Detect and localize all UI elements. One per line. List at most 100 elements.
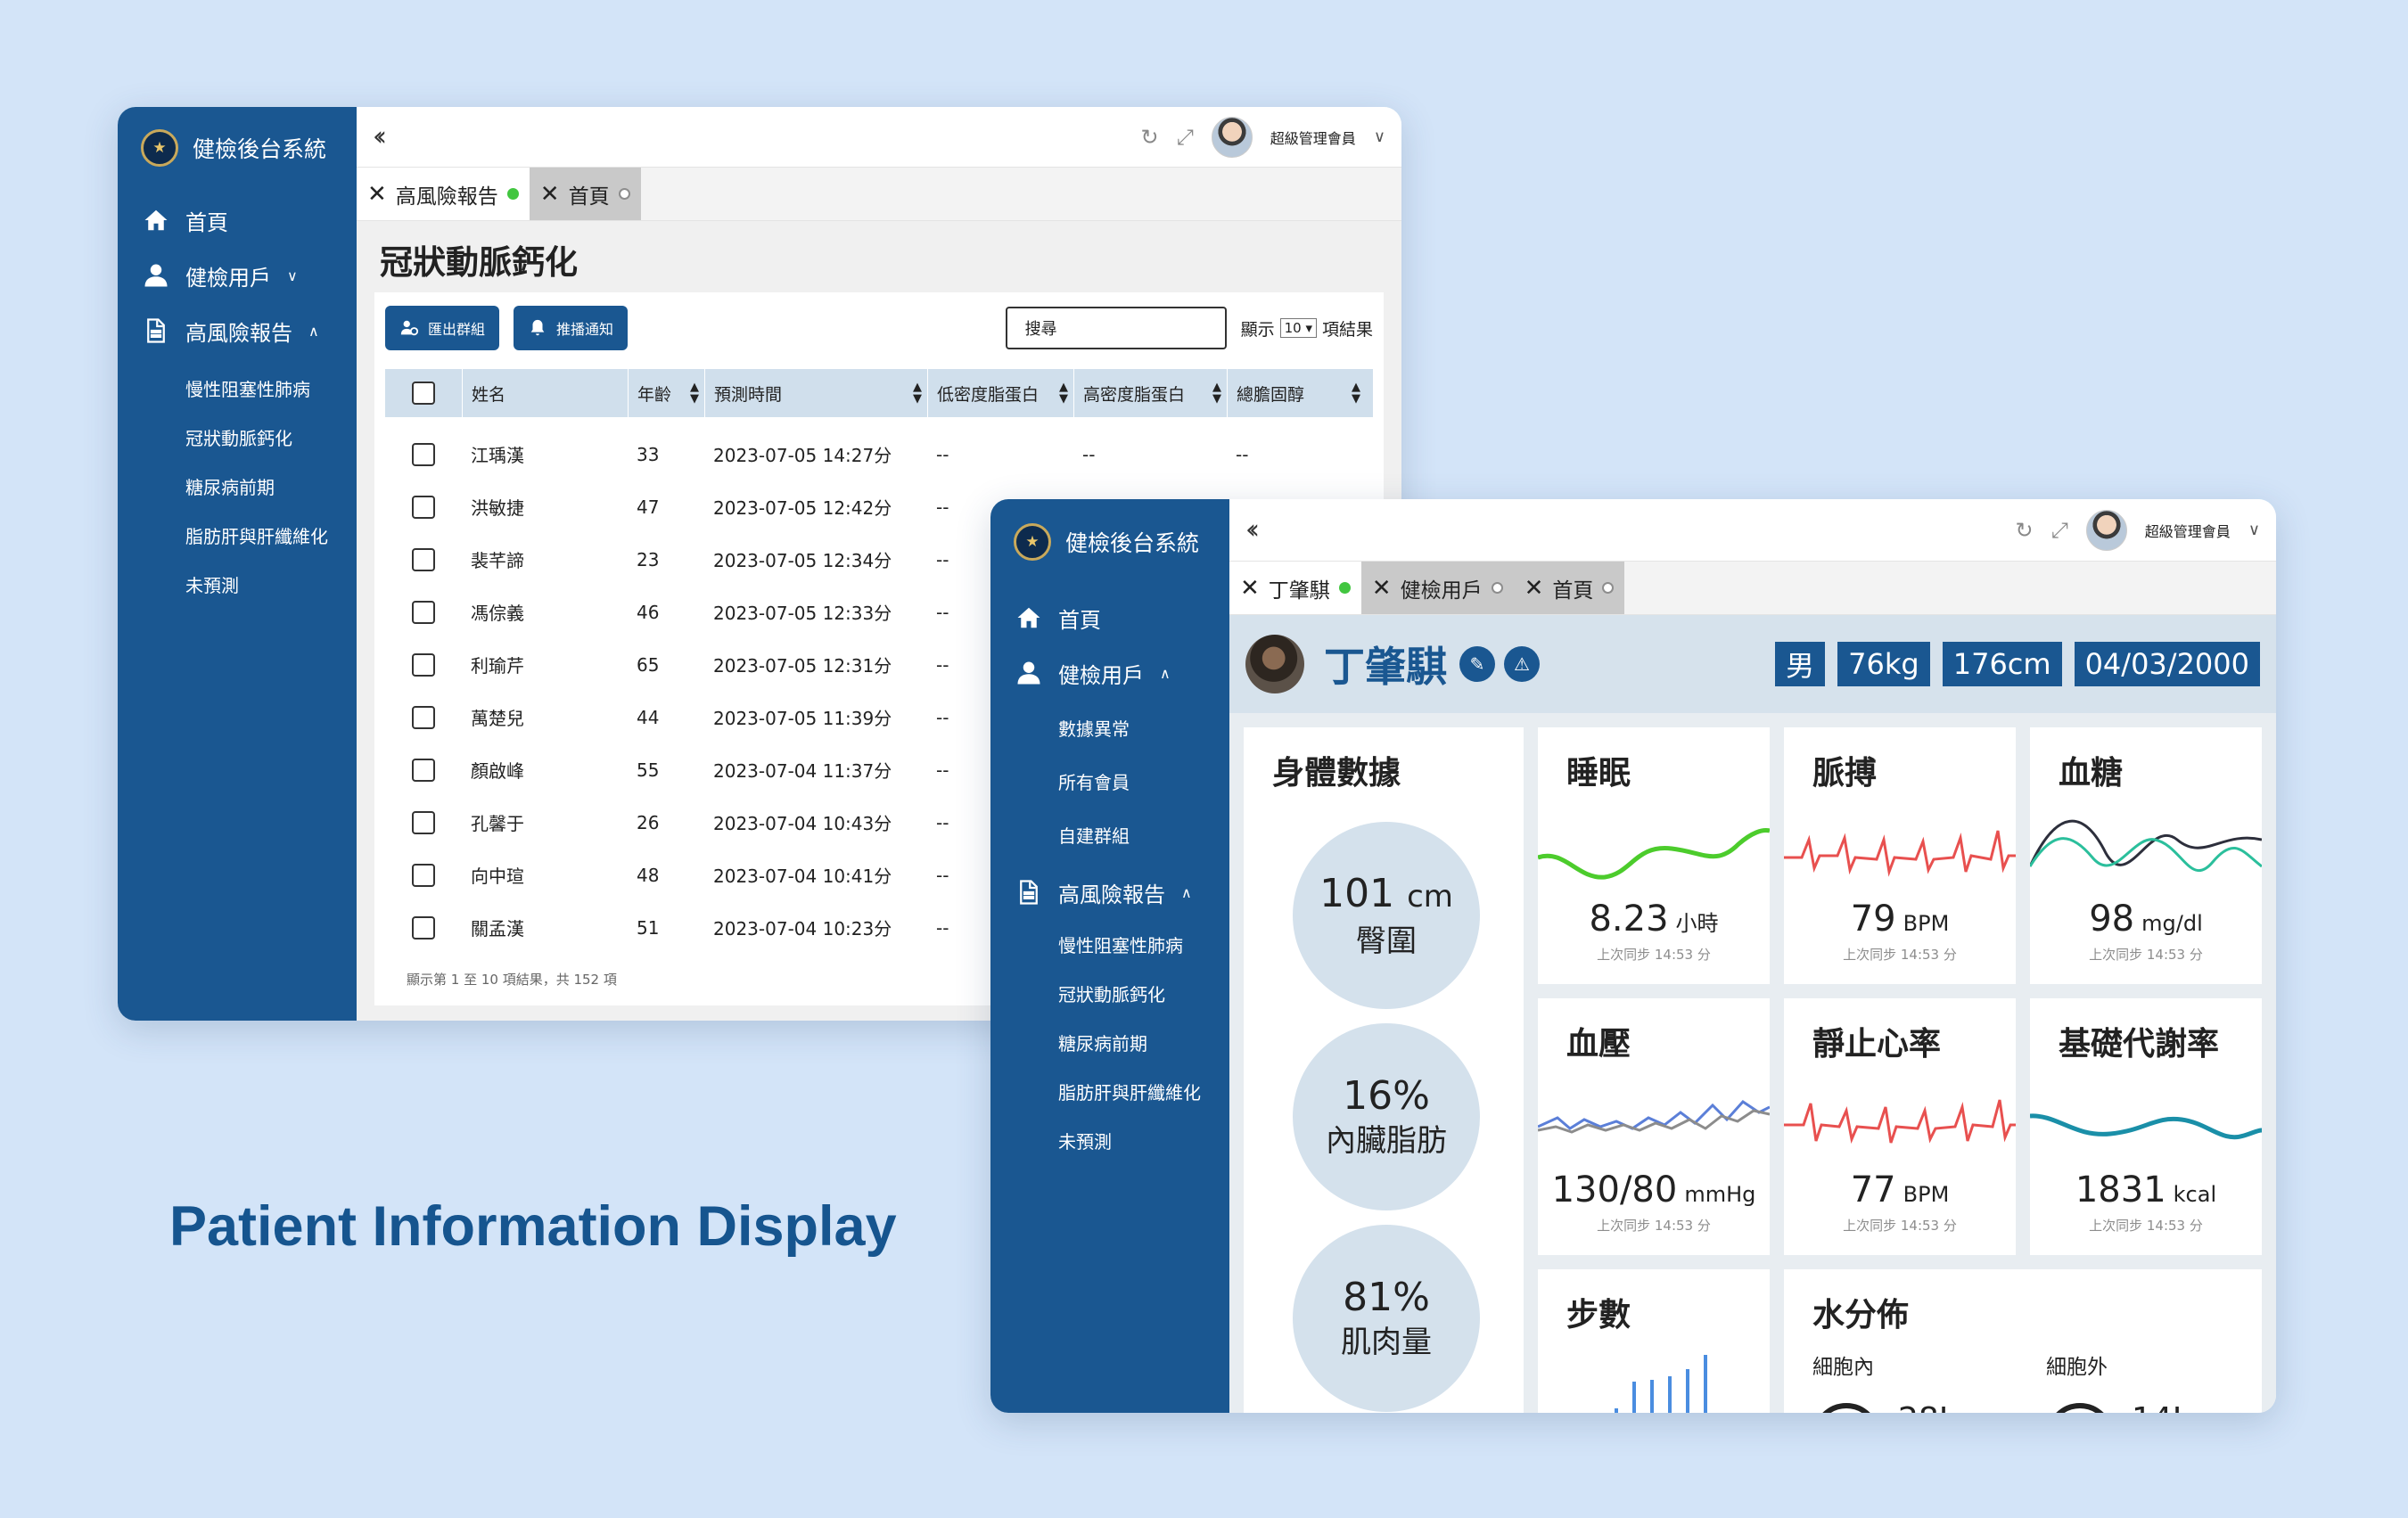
warning-icon[interactable]: ⚠: [1504, 646, 1540, 682]
close-icon[interactable]: ✕: [367, 181, 387, 208]
column-header-name[interactable]: 姓名: [462, 369, 628, 417]
select-all-checkbox[interactable]: [412, 382, 435, 405]
brand[interactable]: ★ 健檢後台系統: [118, 107, 357, 189]
tab-high-risk-report[interactable]: ✕ 高風險報告: [357, 168, 530, 220]
vital-card-bmr[interactable]: 基礎代謝率 1831 kcal 上次同步 14:53 分: [2030, 998, 2262, 1255]
sidebar-subitem-unpredicted[interactable]: 未預測: [990, 1116, 1229, 1165]
show-suffix: 項結果: [1321, 319, 1373, 340]
card-title: 靜止心率: [1812, 1026, 1942, 1063]
sort-icon[interactable]: ▲ ▼: [690, 382, 699, 405]
fullscreen-icon[interactable]: ⤢: [2051, 518, 2068, 543]
sidebar-subitem-unpredicted[interactable]: 未預測: [118, 560, 357, 609]
sidebar-subitem-cac[interactable]: 冠狀動脈鈣化: [990, 969, 1229, 1018]
row-checkbox[interactable]: [412, 495, 435, 519]
sidebar-item-label: 健檢用戶: [185, 265, 271, 291]
page-size-select[interactable]: 10 ▾: [1279, 318, 1317, 338]
column-label: 年齡: [637, 384, 672, 405]
sidebar-subitem-all-members[interactable]: 所有會員: [990, 754, 1229, 808]
close-icon[interactable]: ✕: [1372, 575, 1392, 602]
sidebar-subitem-abnormal[interactable]: 數據異常: [990, 701, 1229, 754]
sort-icon[interactable]: ▲ ▼: [1212, 382, 1221, 405]
tab-health-users[interactable]: ✕ 健檢用戶: [1360, 562, 1514, 614]
row-checkbox[interactable]: [412, 758, 435, 782]
sidebar-item-home[interactable]: 首頁: [118, 193, 357, 248]
tab-label: 高風險報告: [395, 185, 498, 209]
metric-label: 肌肉量: [1341, 1325, 1432, 1360]
close-icon[interactable]: ✕: [1525, 575, 1544, 602]
avatar[interactable]: [2085, 509, 2127, 551]
refresh-icon[interactable]: ↻: [2015, 518, 2033, 543]
column-header-hdl[interactable]: 高密度脂蛋白 ▲ ▼: [1073, 369, 1227, 417]
refresh-icon[interactable]: ↻: [1140, 125, 1158, 150]
chevron-down-icon[interactable]: ∨: [1374, 127, 1385, 146]
sidebar-item-users[interactable]: 健檢用戶 ∨: [118, 248, 357, 303]
fullscreen-icon[interactable]: ⤢: [1177, 125, 1194, 150]
row-checkbox[interactable]: [412, 705, 435, 729]
water-outside-gauge-icon: [2046, 1403, 2114, 1413]
sidebar-subitem-prediabetes[interactable]: 糖尿病前期: [118, 462, 357, 511]
vital-card-sleep[interactable]: 睡眠 8.23 小時 上次同步 14:53 分: [1538, 727, 1770, 984]
sort-icon[interactable]: ▲ ▼: [1059, 382, 1068, 405]
row-checkbox[interactable]: [412, 863, 435, 887]
cell-time: 2023-07-04 10:41分: [713, 866, 892, 887]
sidebar-subitem-copd[interactable]: 慢性阻塞性肺病: [118, 364, 357, 413]
avatar[interactable]: [1211, 116, 1253, 158]
sidebar-subitem-prediabetes[interactable]: 糖尿病前期: [990, 1018, 1229, 1067]
sidebar-subitem-fatty-liver[interactable]: 脂肪肝與肝纖維化: [990, 1067, 1229, 1116]
toolbar: 匯出群組 推播通知 搜尋 顯示 10 ▾ 項結果: [385, 303, 1373, 353]
user-name[interactable]: 超級管理會員: [1270, 127, 1356, 148]
sidebar-subitem-fatty-liver[interactable]: 脂肪肝與肝纖維化: [118, 511, 357, 560]
close-icon[interactable]: ✕: [1240, 575, 1260, 602]
sidebar-item-home[interactable]: 首頁: [990, 590, 1229, 645]
user-name[interactable]: 超級管理會員: [2145, 520, 2231, 541]
sidebar-item-reports[interactable]: 高風險報告 ∧: [118, 303, 357, 358]
main-panel: ‹‹ ↻ ⤢ 超級管理會員 ∨ ✕ 丁肇騏 ✕ 健檢用戶 ✕ 首頁 丁肇騏 ✎ …: [1229, 499, 2276, 1413]
sidebar-item-label: 首頁: [185, 209, 228, 235]
tab-home[interactable]: ✕ 首頁: [1513, 562, 1625, 614]
edit-pencil-icon[interactable]: ✎: [1459, 646, 1495, 682]
vital-unit: BPM: [1903, 1182, 1950, 1207]
close-icon[interactable]: ✕: [540, 181, 560, 208]
water-distribution-card[interactable]: 水分佈 細胞內 細胞外 28L 14L: [1784, 1269, 2262, 1413]
push-notify-button[interactable]: 推播通知: [514, 306, 629, 350]
collapse-sidebar-icon[interactable]: ‹‹: [373, 121, 387, 152]
row-checkbox[interactable]: [412, 915, 435, 940]
cell-name: 顏啟峰: [471, 760, 524, 782]
sidebar-subitem-custom-groups[interactable]: 自建群組: [990, 808, 1229, 861]
row-checkbox[interactable]: [412, 547, 435, 571]
row-checkbox[interactable]: [412, 810, 435, 834]
sort-icon[interactable]: ▲ ▼: [913, 382, 922, 405]
water-inside-value: 28L: [1898, 1401, 1957, 1413]
sidebar: ★ 健檢後台系統 首頁 健檢用戶 ∧ 數據異常 所有會員 自建群組 高風險報告 …: [990, 499, 1229, 1413]
collapse-sidebar-icon[interactable]: ‹‹: [1245, 514, 1260, 546]
cell-name: 江瑀漢: [471, 445, 524, 466]
vital-card-blood-sugar[interactable]: 血糖 98 mg/dl 上次同步 14:53 分: [2030, 727, 2262, 984]
sidebar-item-users[interactable]: 健檢用戶 ∧: [990, 645, 1229, 701]
sort-icon[interactable]: ▲ ▼: [1352, 382, 1360, 405]
row-checkbox[interactable]: [412, 652, 435, 677]
table-row[interactable]: 江瑀漢 33 2023-07-05 14:27分 -- -- --: [385, 428, 1373, 480]
column-header-ldl[interactable]: 低密度脂蛋白 ▲ ▼: [927, 369, 1073, 417]
last-sync: 上次同步 14:53 分: [2089, 1218, 2203, 1234]
vital-card-pulse[interactable]: 脈搏 79 BPM 上次同步 14:53 分: [1784, 727, 2016, 984]
tab-home[interactable]: ✕ 首頁: [529, 168, 641, 220]
column-header-cholesterol[interactable]: 總膽固醇 ▲ ▼: [1227, 369, 1366, 417]
sidebar-item-reports[interactable]: 高風險報告 ∧: [990, 865, 1229, 920]
tab-patient[interactable]: ✕ 丁肇騏: [1229, 562, 1361, 614]
brand[interactable]: ★ 健檢後台系統: [990, 499, 1229, 585]
sidebar-subitem-cac[interactable]: 冠狀動脈鈣化: [118, 413, 357, 462]
column-header-age[interactable]: 年齡 ▲ ▼: [628, 369, 704, 417]
row-checkbox[interactable]: [412, 442, 435, 466]
row-checkbox[interactable]: [412, 600, 435, 624]
sidebar-subitem-copd[interactable]: 慢性阻塞性肺病: [990, 920, 1229, 969]
export-group-button[interactable]: 匯出群組: [385, 306, 500, 350]
vital-card-blood-pressure[interactable]: 血壓 130/80 mmHg 上次同步 14:53 分: [1538, 998, 1770, 1255]
vital-card-resting-heart-rate[interactable]: 靜止心率 77 BPM 上次同步 14:53 分: [1784, 998, 2016, 1255]
chevron-up-icon: ∧: [308, 322, 319, 340]
chevron-down-icon[interactable]: ∨: [2248, 521, 2260, 539]
steps-card[interactable]: 步數: [1538, 1269, 1770, 1413]
column-header-time[interactable]: 預測時間 ▲ ▼: [704, 369, 927, 417]
search-input[interactable]: 搜尋: [1005, 307, 1227, 349]
inactive-dot-icon: [618, 188, 630, 200]
cell-age: 46: [637, 601, 660, 623]
